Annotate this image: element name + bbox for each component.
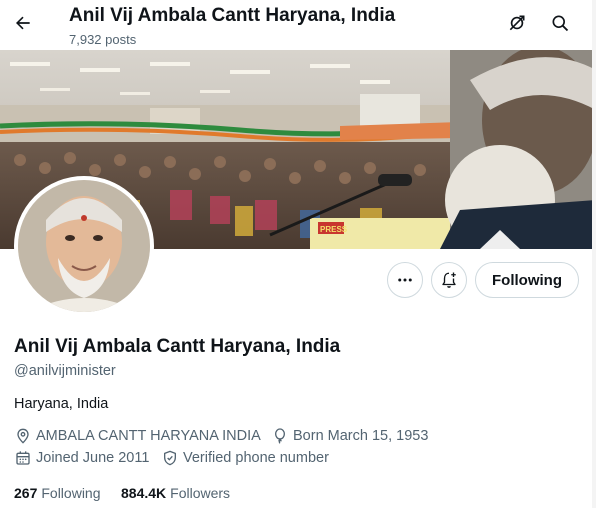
shield-check-icon (161, 449, 179, 467)
more-icon (398, 278, 412, 282)
profile-birthday: Born March 15, 1953 (271, 427, 428, 445)
notify-button[interactable] (431, 262, 467, 298)
following-link[interactable]: 267 Following (14, 485, 101, 501)
profile-joined: Joined June 2011 (14, 449, 149, 467)
following-button[interactable]: Following (475, 262, 579, 298)
profile-avatar[interactable] (14, 176, 154, 316)
arrow-left-icon (16, 16, 30, 30)
followers-link[interactable]: 884.4K Followers (121, 485, 230, 501)
followers-label: Followers (170, 485, 231, 501)
banner-press-sign: PRESS (320, 225, 348, 234)
search-icon (552, 15, 569, 32)
birthday-text: Born March 15, 1953 (293, 428, 429, 444)
notifications-off-button[interactable] (502, 8, 532, 38)
more-button[interactable] (387, 262, 423, 298)
header-title: Anil Vij Ambala Cantt Haryana, India (69, 5, 396, 26)
profile-verified-phone: Verified phone number (161, 449, 329, 467)
notifications-off-icon (509, 15, 525, 31)
location-icon (14, 427, 32, 445)
posts-count: 7,932 posts (69, 32, 137, 47)
scrollbar[interactable] (592, 0, 596, 508)
bell-plus-icon (442, 272, 456, 288)
profile-location: AMBALA CANTT HARYANA INDIA (14, 427, 261, 445)
profile-name: Anil Vij Ambala Cantt Haryana, India (14, 336, 341, 357)
location-text: AMBALA CANTT HARYANA INDIA (36, 428, 261, 444)
profile-header-bar: Anil Vij Ambala Cantt Haryana, India 7,9… (0, 0, 596, 50)
followers-count: 884.4K (121, 485, 167, 501)
back-button[interactable] (8, 8, 38, 38)
calendar-icon (14, 449, 32, 467)
joined-text: Joined June 2011 (36, 450, 150, 466)
balloon-icon (271, 427, 289, 445)
following-label: Following (41, 485, 101, 501)
search-button[interactable] (545, 8, 575, 38)
following-count: 267 (14, 485, 38, 501)
verified-text: Verified phone number (183, 450, 329, 466)
avatar-image (18, 180, 150, 312)
profile-bio: Haryana, India (14, 396, 109, 412)
profile-handle: @anilvijminister (14, 363, 116, 379)
